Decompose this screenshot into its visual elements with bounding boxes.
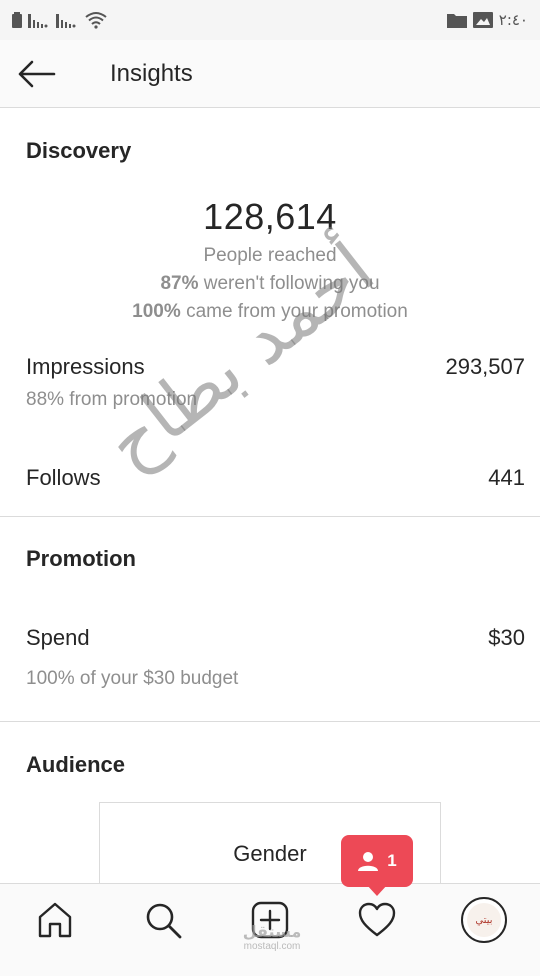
heart-icon <box>358 902 396 937</box>
spend-label: Spend <box>26 625 90 650</box>
impressions-sub: 88% from promotion <box>26 389 198 410</box>
add-post-icon <box>251 901 289 939</box>
discovery-title: Discovery <box>26 138 132 163</box>
tab-add-post[interactable] <box>248 898 292 942</box>
not-following-stat: 87% weren't following you <box>0 273 540 295</box>
promotion-pct: 100% <box>132 301 181 322</box>
avatar-logo: بيتي <box>467 903 501 937</box>
wifi-icon <box>85 12 107 29</box>
tab-search[interactable] <box>141 898 185 942</box>
not-following-pct: 87% <box>160 273 199 294</box>
promotion-title: Promotion <box>26 546 136 571</box>
audience-title: Audience <box>26 752 126 777</box>
status-left <box>12 11 108 29</box>
follows-label: Follows <box>26 465 101 490</box>
bottom-tab-bar: بيتي <box>0 883 540 976</box>
not-following-text: weren't following you <box>203 273 380 294</box>
page-title: Insights <box>110 60 193 87</box>
reach-label: People reached <box>203 245 337 266</box>
image-icon <box>472 12 493 28</box>
reach-value: 128,614 <box>203 196 337 237</box>
battery-icon <box>12 12 22 28</box>
search-icon <box>146 903 182 939</box>
tab-home[interactable] <box>33 898 77 942</box>
promotion-stat: 100% came from your promotion <box>0 301 540 323</box>
home-icon <box>38 902 72 938</box>
impressions-value: 293,507 <box>445 354 525 379</box>
app-header: Insights <box>0 40 540 108</box>
signal-icon <box>28 14 48 28</box>
spend-sub: 100% of your $30 budget <box>26 668 239 689</box>
notification-pointer <box>366 884 388 896</box>
back-arrow-icon <box>18 60 56 88</box>
profile-avatar[interactable]: بيتي <box>461 897 507 943</box>
promotion-text: came from your promotion <box>186 301 408 322</box>
divider <box>0 516 540 517</box>
back-button[interactable] <box>16 56 60 92</box>
notification-count: 1 <box>387 851 397 870</box>
signal-icon <box>56 14 76 28</box>
status-bar: ٢:٤٠ <box>0 0 540 40</box>
tab-activity[interactable] <box>355 898 399 942</box>
impressions-label: Impressions <box>26 354 145 379</box>
folder-icon <box>446 14 467 28</box>
person-icon <box>358 852 379 871</box>
divider <box>0 721 540 722</box>
spend-value: $30 <box>488 625 525 650</box>
activity-notification-badge[interactable]: 1 <box>341 835 413 887</box>
status-right: ٢:٤٠ <box>446 11 528 29</box>
status-time: ٢:٤٠ <box>498 11 528 29</box>
follows-value: 441 <box>488 465 525 490</box>
